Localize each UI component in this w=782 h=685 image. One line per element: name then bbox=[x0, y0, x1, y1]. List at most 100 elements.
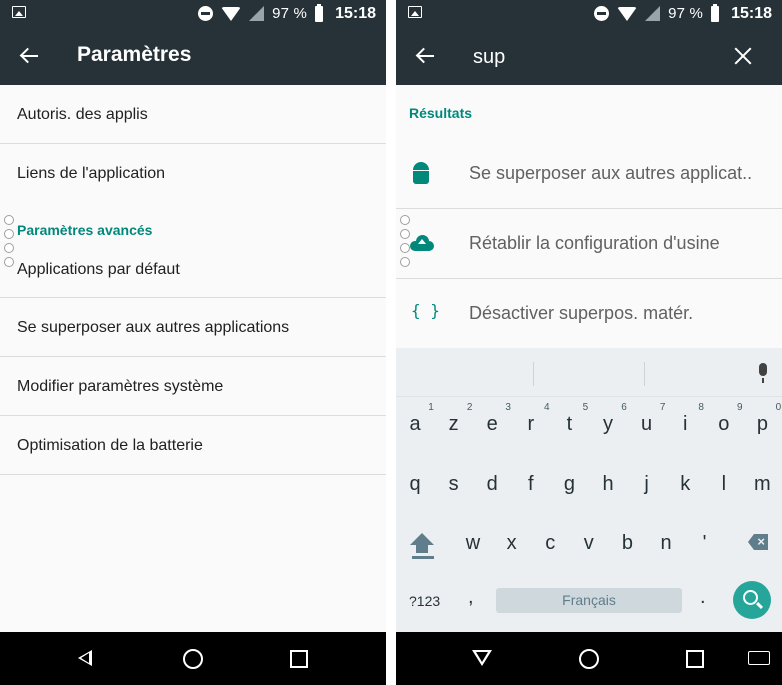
section-header-advanced: Paramètres avancés bbox=[17, 222, 153, 238]
app-bar: Paramètres bbox=[0, 27, 386, 85]
key-l[interactable]: l bbox=[709, 473, 739, 496]
nav-home-icon[interactable] bbox=[579, 649, 599, 669]
battery-icon bbox=[711, 3, 720, 22]
key-hint: 3 bbox=[505, 402, 511, 413]
settings-item-battery-optimization[interactable]: Optimisation de la batterie bbox=[0, 416, 386, 475]
no-signal-icon bbox=[645, 6, 661, 21]
settings-item-label: Applications par défaut bbox=[17, 261, 180, 278]
key-x[interactable]: x bbox=[497, 532, 527, 555]
key-hint: 2 bbox=[466, 402, 473, 413]
clock: 15:18 bbox=[335, 4, 376, 22]
key-c[interactable]: c bbox=[535, 532, 565, 555]
cloud-upload-icon bbox=[410, 235, 434, 251]
back-arrow-icon[interactable] bbox=[20, 47, 40, 65]
status-bar: 97 % 15:18 bbox=[396, 0, 782, 27]
nav-home-icon[interactable] bbox=[183, 649, 203, 669]
keyboard-switch-icon[interactable] bbox=[748, 651, 770, 665]
advanced-settings-list: Applications par défaut Se superposer au… bbox=[0, 240, 386, 475]
key-r[interactable]: r bbox=[516, 413, 546, 436]
key-g[interactable]: g bbox=[554, 473, 584, 496]
key-e[interactable]: e bbox=[477, 413, 507, 436]
key-v[interactable]: v bbox=[574, 532, 604, 555]
period-key[interactable]: . bbox=[700, 586, 706, 609]
key-w[interactable]: w bbox=[458, 532, 488, 555]
key-hint: 6 bbox=[621, 402, 627, 413]
search-bar: sup bbox=[396, 27, 782, 85]
wifi-icon bbox=[221, 6, 242, 21]
settings-item-label: Optimisation de la batterie bbox=[17, 437, 203, 454]
suggestion-divider bbox=[644, 362, 645, 386]
status-bar: 97 % 15:18 bbox=[0, 0, 386, 27]
handle-dot bbox=[400, 229, 410, 239]
symbols-key[interactable]: ?123 bbox=[409, 593, 440, 609]
drag-handle[interactable] bbox=[400, 215, 410, 271]
page-title: Paramètres bbox=[77, 43, 192, 66]
comma-key[interactable]: , bbox=[468, 586, 474, 609]
settings-item-label: Liens de l'application bbox=[17, 165, 166, 182]
key-q[interactable]: q bbox=[400, 473, 430, 496]
key-hint: 1 bbox=[428, 402, 434, 413]
key-j[interactable]: j bbox=[632, 473, 662, 496]
android-icon bbox=[413, 162, 429, 184]
key-i[interactable]: i bbox=[670, 413, 700, 436]
key-b[interactable]: b bbox=[612, 532, 642, 555]
search-icon-handle bbox=[755, 601, 764, 610]
search-result-label: Rétablir la configuration d'usine bbox=[469, 233, 720, 253]
microphone-icon[interactable] bbox=[759, 363, 767, 383]
image-notification-icon bbox=[12, 6, 26, 18]
settings-item-modify-system[interactable]: Modifier paramètres système bbox=[0, 357, 386, 416]
key-a[interactable]: a bbox=[400, 413, 430, 436]
clear-search-icon[interactable] bbox=[734, 47, 752, 65]
back-arrow-icon[interactable] bbox=[416, 47, 436, 65]
nav-hide-keyboard-icon[interactable] bbox=[472, 650, 492, 666]
key-hint: 0 bbox=[775, 402, 782, 413]
search-result[interactable]: Rétablir la configuration d'usine bbox=[396, 209, 782, 279]
no-signal-icon bbox=[249, 6, 265, 21]
key-t[interactable]: t bbox=[554, 413, 584, 436]
key-k[interactable]: k bbox=[670, 473, 700, 496]
handle-dot bbox=[400, 257, 410, 267]
key-y[interactable]: y bbox=[593, 413, 623, 436]
settings-item-draw-over-apps[interactable]: Se superposer aux autres applications bbox=[0, 298, 386, 357]
key-s[interactable]: s bbox=[439, 473, 469, 496]
nav-recents-icon[interactable] bbox=[686, 650, 704, 668]
key-z[interactable]: z bbox=[439, 413, 469, 436]
key-hint: 5 bbox=[582, 402, 589, 413]
braces-icon: { } bbox=[411, 301, 440, 320]
key-p[interactable]: p bbox=[747, 413, 777, 436]
settings-item-app-links[interactable]: Liens de l'application bbox=[0, 144, 386, 202]
key-o[interactable]: o bbox=[709, 413, 739, 436]
space-bar[interactable]: Français bbox=[496, 588, 682, 613]
navigation-bar bbox=[0, 632, 386, 685]
nav-recents-icon[interactable] bbox=[290, 650, 308, 668]
handle-dot bbox=[4, 215, 14, 225]
key-apostrophe[interactable]: ' bbox=[690, 532, 720, 555]
key-f[interactable]: f bbox=[516, 473, 546, 496]
key-hint: 9 bbox=[737, 402, 743, 413]
keyboard-search-button[interactable] bbox=[733, 581, 771, 619]
handle-dot bbox=[400, 215, 410, 225]
do-not-disturb-icon bbox=[198, 6, 214, 21]
settings-item-default-apps[interactable]: Applications par défaut bbox=[0, 240, 386, 298]
search-result[interactable]: Se superposer aux autres applicat.. bbox=[396, 139, 782, 209]
key-n[interactable]: n bbox=[651, 532, 681, 555]
navigation-bar bbox=[396, 632, 782, 685]
shift-icon[interactable] bbox=[410, 533, 434, 553]
battery-percentage: 97 % bbox=[272, 5, 308, 22]
key-m[interactable]: m bbox=[747, 473, 777, 496]
do-not-disturb-icon bbox=[594, 6, 610, 21]
clock: 15:18 bbox=[731, 4, 772, 22]
search-input[interactable]: sup bbox=[473, 46, 505, 69]
key-hint: 4 bbox=[544, 402, 550, 413]
search-result[interactable]: { } Désactiver superpos. matér. bbox=[396, 279, 782, 349]
settings-item-label: Modifier paramètres système bbox=[17, 378, 224, 395]
handle-dot bbox=[400, 243, 410, 253]
settings-item-app-permissions[interactable]: Autoris. des applis bbox=[0, 85, 386, 144]
settings-screen: 97 % 15:18 Paramètres Autoris. des appli… bbox=[0, 0, 386, 685]
key-h[interactable]: h bbox=[593, 473, 623, 496]
key-d[interactable]: d bbox=[477, 473, 507, 496]
handle-dot bbox=[4, 229, 14, 239]
key-u[interactable]: u bbox=[632, 413, 662, 436]
nav-back-icon[interactable] bbox=[78, 650, 92, 666]
backspace-x: × bbox=[757, 534, 765, 549]
